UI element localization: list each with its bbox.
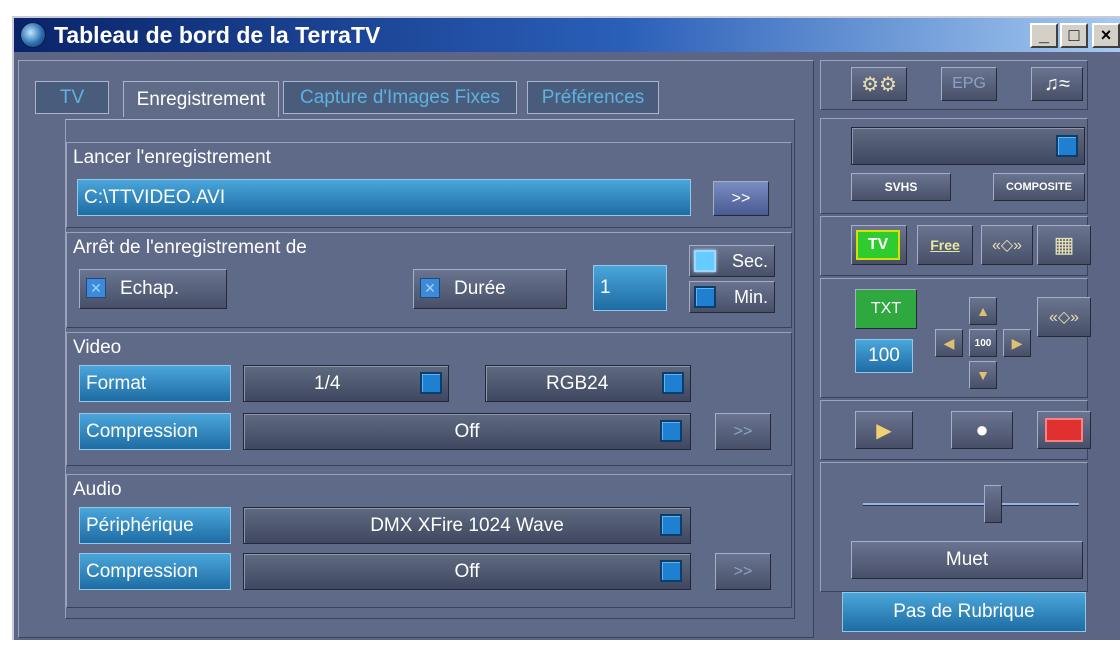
video-compression-settings-button[interactable]: >> [715,413,771,450]
format-color-select[interactable]: RGB24 [485,365,691,402]
audio-music-icon[interactable]: ♫≈ [1031,67,1083,101]
svhs-button[interactable]: SVHS [851,173,951,201]
tab-tv[interactable]: TV [35,81,109,114]
audio-compression-dropdown[interactable] [660,560,682,582]
tab-preferences[interactable]: Préférences [527,81,659,114]
escape-label: Echap. [120,278,180,299]
file-path-input[interactable]: C:\TTVIDEO.AVI [77,179,691,216]
resize-arrows-icon[interactable]: «◇» [981,225,1033,265]
tab-recording[interactable]: Enregistrement [123,81,279,117]
tv-icon: TV [856,230,900,260]
tab-content: Lancer l'enregistrement C:\TTVIDEO.AVI >… [65,119,795,619]
audio-compression-label: Compression [79,553,231,590]
transport-panel: ▶ ● [820,400,1091,460]
zoom-panel: TXT 100 ▲ ◀ 100 ▶ ▼ «◇» [820,278,1091,398]
audio-device-dropdown[interactable] [660,514,682,536]
audio-compression-settings-button[interactable]: >> [715,553,771,590]
app-globe-icon[interactable] [20,22,46,48]
pan-down-icon[interactable]: ▼ [969,361,997,389]
stop-icon[interactable] [1037,411,1091,449]
format-label: Format [79,365,231,402]
format-size-dropdown[interactable] [420,372,442,394]
source-dropdown[interactable] [1056,135,1078,157]
minutes-option[interactable]: Min. [689,281,775,313]
video-group: Video Format 1/4 RGB24 Compression Off >… [66,332,792,466]
play-icon[interactable]: ▶ [855,411,913,449]
audio-device-select[interactable]: DMX XFire 1024 Wave [243,507,691,544]
record-icon[interactable]: ● [951,411,1013,449]
escape-stop-toggle[interactable]: ✕ Echap. [79,269,227,309]
epg-button[interactable]: EPG [941,67,997,101]
mute-button[interactable]: Muet [851,541,1083,579]
tab-capture[interactable]: Capture d'Images Fixes [283,81,517,114]
source-select[interactable] [851,127,1085,165]
stop-group: Arrêt de l'enregistrement de ✕ Echap. ✕ … [66,232,792,328]
tv-mode-button[interactable]: TV [851,225,907,265]
duration-label: Durée [454,278,506,299]
stop-icon-shape [1045,418,1083,442]
seconds-option[interactable]: Sec. [689,245,775,277]
device-label: Périphérique [79,507,231,544]
format-color-value: RGB24 [546,372,609,394]
close-button[interactable]: × [1092,23,1120,48]
format-size-value: 1/4 [314,372,341,394]
video-compression-label: Compression [79,413,231,450]
browse-file-button[interactable]: >> [713,181,769,216]
composite-button[interactable]: COMPOSITE [993,173,1085,201]
format-color-dropdown[interactable] [662,372,684,394]
escape-checkbox[interactable]: ✕ [86,278,106,298]
video-compression-value: Off [454,420,480,442]
minimize-button[interactable]: _ [1030,23,1058,48]
record-group-title: Lancer l'enregistrement [73,147,271,168]
teletext-icon[interactable]: TXT [855,289,917,329]
volume-slider-track[interactable] [863,503,1079,506]
minutes-radio[interactable] [694,286,716,308]
audio-compression-select[interactable]: Off [243,553,691,590]
record-group: Lancer l'enregistrement C:\TTVIDEO.AVI >… [66,142,792,228]
free-mode-button[interactable]: Free [917,225,973,265]
top-tools: ⚙⚙ EPG ♫≈ [820,60,1088,110]
window-title: Tableau de bord de la TerraTV [54,21,381,48]
audio-group: Audio Périphérique DMX XFire 1024 Wave C… [66,474,792,608]
pan-right-icon[interactable]: ▶ [1003,329,1031,357]
display-mode-panel: TV Free «◇» ▦ [820,216,1091,276]
zoom-value[interactable]: 100 [855,339,913,373]
zoom-arrows-icon[interactable]: «◇» [1037,297,1091,337]
grid-layout-icon[interactable]: ▦ [1037,225,1091,265]
duration-checkbox[interactable]: ✕ [420,278,440,298]
format-size-select[interactable]: 1/4 [243,365,449,402]
audio-compression-value: Off [454,560,480,582]
stop-group-title: Arrêt de l'enregistrement de [73,237,307,258]
status-display: Pas de Rubrique [842,592,1086,632]
app-window: Tableau de bord de la TerraTV _ □ × TV E… [12,16,1120,640]
audio-device-value: DMX XFire 1024 Wave [370,514,564,536]
video-group-title: Video [73,337,122,358]
zoom-reset-button[interactable]: 100 [969,329,997,357]
video-compression-select[interactable]: Off [243,413,691,450]
audio-group-title: Audio [73,479,122,500]
pan-left-icon[interactable]: ◀ [935,329,963,357]
video-compression-dropdown[interactable] [660,420,682,442]
settings-gear-icon[interactable]: ⚙⚙ [851,67,907,101]
main-panel: TV Enregistrement Capture d'Images Fixes… [18,60,814,638]
seconds-label: Sec. [731,250,768,271]
duration-stop-toggle[interactable]: ✕ Durée [413,269,567,309]
volume-slider-thumb[interactable] [983,485,1002,523]
maximize-button[interactable]: □ [1060,23,1088,48]
volume-panel: Muet [820,462,1088,592]
title-bar: Tableau de bord de la TerraTV _ □ × [14,18,1120,52]
minutes-label: Min. [733,286,768,307]
input-source-panel: SVHS COMPOSITE [820,118,1088,214]
duration-input[interactable]: 1 [593,265,667,311]
pan-up-icon[interactable]: ▲ [969,297,997,325]
seconds-radio[interactable] [694,250,716,272]
